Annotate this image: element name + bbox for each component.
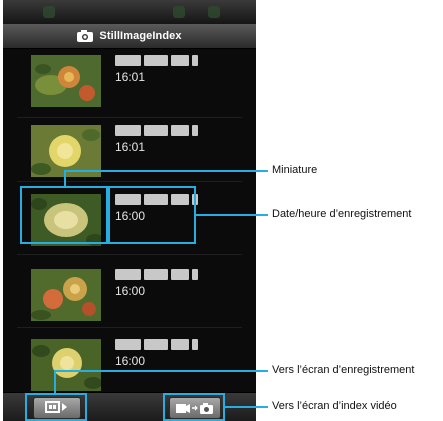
recording-time: 16:00 [115, 284, 146, 298]
recording-time: 16:00 [115, 354, 146, 368]
divider [17, 117, 242, 118]
status-bar [3, 0, 256, 24]
callout-to-record: Vers l’écran d’enregistrement [272, 364, 415, 376]
video-index-button-highlight [163, 393, 225, 421]
recording-date-masked [115, 125, 198, 136]
callout-thumbnail: Miniature [272, 164, 318, 176]
recording-date-masked [115, 269, 198, 280]
recording-time: 16:01 [115, 140, 146, 154]
thumbnail-highlight [20, 186, 108, 244]
page-title: StillImageIndex [99, 30, 182, 42]
leader-line [54, 370, 268, 372]
status-icon [173, 6, 185, 18]
leader-line [54, 370, 56, 394]
record-button-highlight [25, 393, 87, 421]
camera-icon [77, 30, 94, 42]
recording-date-masked [115, 55, 198, 66]
status-icon [208, 6, 220, 18]
callout-datetime: Date/heure d’enregistrement [272, 208, 412, 220]
thumbnail-image[interactable] [31, 269, 101, 321]
datetime-highlight [108, 186, 196, 244]
callout-to-video-index: Vers l’écran d’index vidéo [272, 400, 397, 412]
thumbnail-image[interactable] [31, 339, 101, 391]
leader-line [196, 214, 268, 216]
status-icon [43, 6, 55, 18]
recording-date-masked [115, 339, 198, 350]
divider [17, 254, 242, 255]
recording-time: 16:01 [115, 70, 146, 84]
title-bar: StillImageIndex [3, 24, 256, 49]
divider [17, 181, 242, 182]
divider [17, 327, 242, 328]
list-item[interactable]: 16:00 [3, 263, 256, 343]
leader-line [225, 406, 268, 408]
thumbnail-image[interactable] [31, 55, 101, 107]
leader-line [64, 170, 66, 187]
leader-line [64, 170, 268, 172]
